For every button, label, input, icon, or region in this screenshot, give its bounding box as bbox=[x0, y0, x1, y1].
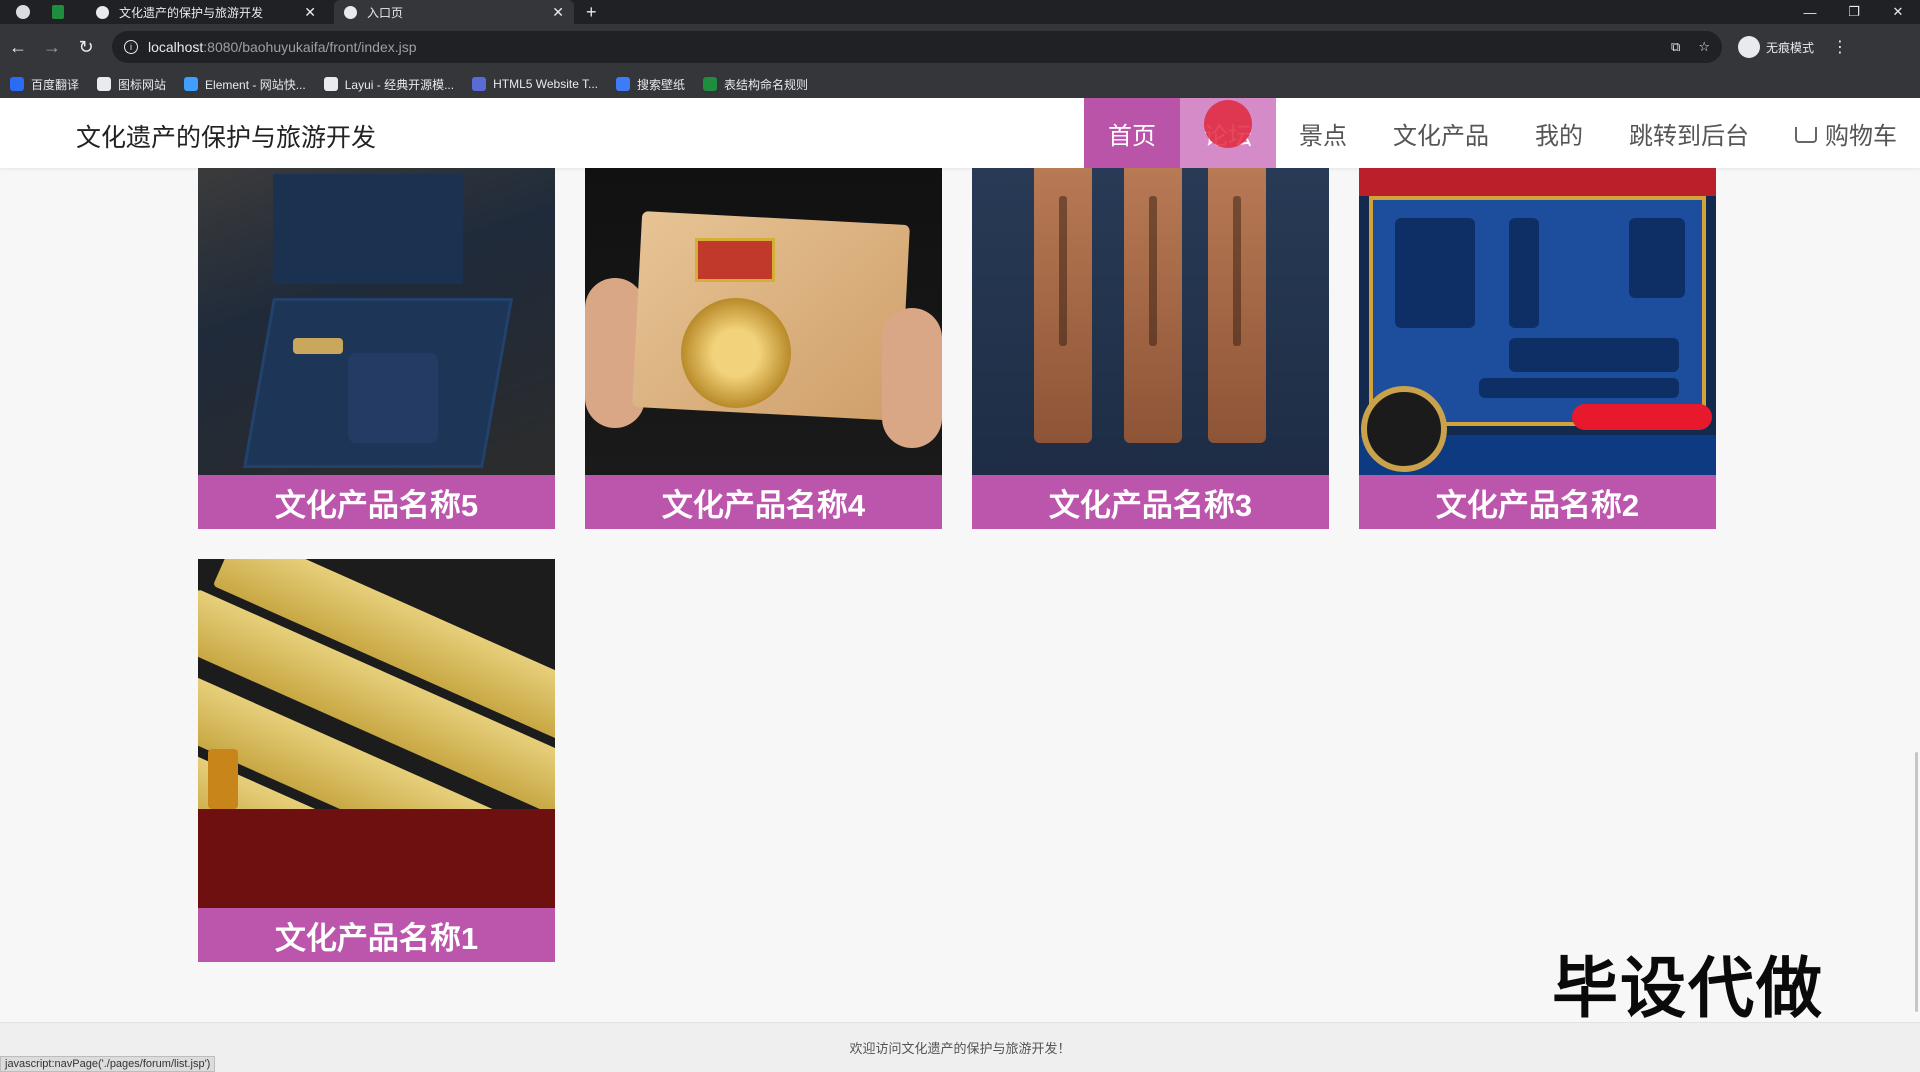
globe-icon bbox=[96, 5, 109, 19]
bookmark-label: 百度翻译 bbox=[31, 77, 80, 92]
product-image[interactable] bbox=[198, 168, 555, 475]
bookmark-item[interactable]: 图标网站 bbox=[97, 76, 166, 93]
bookmark-label: Element - 网站快... bbox=[205, 77, 306, 92]
product-image[interactable] bbox=[198, 559, 555, 962]
bookmark-favicon-icon bbox=[323, 77, 338, 91]
bookmark-item[interactable]: Layui - 经典开源模... bbox=[323, 76, 455, 93]
bookmark-item[interactable]: Element - 网站快... bbox=[184, 76, 306, 93]
address-bar-row: ← → ↻ i localhost :8080/baohuyukaifa/fro… bbox=[0, 24, 1920, 70]
back-icon[interactable]: ← bbox=[2, 31, 34, 63]
bookmark-item[interactable]: HTML5 Website T... bbox=[472, 77, 598, 91]
nav-item-label: 文化产品 bbox=[1393, 122, 1489, 150]
browser-tab-strip: 文化遗产的保护与旅游开发 ✕ 入口页 ✕ + — ❐ ✕ bbox=[0, 0, 1920, 24]
reload-icon[interactable]: ↻ bbox=[70, 31, 102, 63]
bookmark-favicon-icon bbox=[703, 77, 718, 91]
product-card[interactable]: 文化产品名称4 bbox=[585, 168, 942, 529]
product-image[interactable] bbox=[1359, 168, 1716, 475]
pinned-sheet-tab-icon[interactable] bbox=[52, 5, 64, 19]
browser-tab-entry[interactable]: 入口页 ✕ bbox=[334, 0, 574, 24]
tab-title: 入口页 bbox=[367, 5, 404, 20]
url-path: :8080/baohuyukaifa/front/index.jsp bbox=[203, 39, 417, 55]
bookmark-favicon-icon bbox=[472, 77, 487, 91]
nav-item-label: 我的 bbox=[1535, 122, 1583, 150]
bookmark-star-icon[interactable]: ☆ bbox=[1698, 39, 1710, 55]
restore-icon[interactable]: ❐ bbox=[1832, 0, 1876, 24]
main-nav: 首页论坛景点 文化产品 我的 跳转到后台 购物车 bbox=[1084, 98, 1920, 168]
incognito-icon bbox=[1738, 36, 1760, 58]
browser-tab-site[interactable]: 文化遗产的保护与旅游开发 ✕ bbox=[86, 0, 326, 24]
bookmark-item[interactable]: 搜索壁纸 bbox=[616, 76, 685, 93]
product-name[interactable]: 文化产品名称5 bbox=[198, 475, 555, 529]
nav-item-label: 景点 bbox=[1299, 122, 1347, 150]
bookmarks-bar: 百度翻译 图标网站 Element - 网站快... Layui - 经典开源模...… bbox=[0, 70, 1920, 98]
more-menu-icon[interactable]: ⋮ bbox=[1832, 37, 1848, 57]
bookmark-favicon-icon bbox=[184, 77, 199, 91]
product-name[interactable]: 文化产品名称2 bbox=[1359, 475, 1716, 529]
bookmark-label: HTML5 Website T... bbox=[493, 77, 599, 91]
product-name[interactable]: 文化产品名称1 bbox=[198, 908, 555, 962]
bookmark-label: 图标网站 bbox=[118, 77, 167, 92]
globe-icon bbox=[344, 5, 357, 19]
profile-label: 无痕模式 bbox=[1766, 40, 1815, 55]
nav-item-3[interactable]: 景点 bbox=[1276, 98, 1370, 168]
product-card[interactable]: 文化产品名称5 bbox=[198, 168, 555, 529]
bookmark-favicon-icon bbox=[10, 77, 24, 91]
product-image[interactable] bbox=[585, 168, 942, 475]
browser-menu-icon[interactable] bbox=[16, 5, 30, 19]
nav-item-1[interactable]: 首页 bbox=[1084, 98, 1180, 168]
translate-icon[interactable]: ⧉ bbox=[1671, 39, 1680, 55]
url-field[interactable]: i localhost :8080/baohuyukaifa/front/ind… bbox=[112, 31, 1722, 63]
site-brand-title[interactable]: 文化遗产的保护与旅游开发 bbox=[76, 118, 376, 154]
bookmark-item[interactable]: 百度翻译 bbox=[10, 76, 79, 93]
click-indicator bbox=[1204, 100, 1252, 148]
site-info-icon[interactable]: i bbox=[124, 40, 138, 54]
nav-item-6[interactable]: 跳转到后台 bbox=[1606, 98, 1772, 168]
close-window-icon[interactable]: ✕ bbox=[1876, 0, 1920, 24]
site-header: 文化遗产的保护与旅游开发 首页论坛景点 文化产品 我的 跳转到后台 购物车 bbox=[0, 98, 1920, 168]
url-host: localhost bbox=[148, 39, 204, 55]
minimize-icon[interactable]: — bbox=[1788, 0, 1832, 24]
window-controls: — ❐ ✕ bbox=[1788, 0, 1920, 24]
incognito-profile-button[interactable]: 无痕模式 bbox=[1738, 36, 1814, 58]
product-card[interactable]: 文化产品名称1 bbox=[198, 559, 555, 962]
site-footer: 欢迎访问文化遗产的保护与旅游开发！ bbox=[0, 1022, 1920, 1072]
cart-icon bbox=[1795, 127, 1817, 143]
nav-item-4[interactable]: 文化产品 bbox=[1370, 98, 1512, 168]
scrollbar-thumb[interactable] bbox=[1915, 752, 1918, 1012]
tab-close-icon[interactable]: ✕ bbox=[304, 4, 316, 21]
nav-item-2[interactable]: 论坛 bbox=[1180, 98, 1276, 168]
product-card[interactable]: 文化产品名称3 bbox=[972, 168, 1329, 529]
bookmark-label: 搜索壁纸 bbox=[637, 77, 686, 92]
nav-item-label: 跳转到后台 bbox=[1629, 122, 1749, 150]
product-card[interactable]: 文化产品名称2 bbox=[1359, 168, 1716, 529]
footer-text: 欢迎访问文化遗产的保护与旅游开发！ bbox=[849, 1041, 1071, 1056]
nav-item-label: 购物车 bbox=[1825, 122, 1897, 150]
nav-item-5[interactable]: 我的 bbox=[1512, 98, 1606, 168]
bookmark-favicon-icon bbox=[97, 77, 112, 91]
product-image[interactable] bbox=[972, 168, 1329, 475]
forward-icon[interactable]: → bbox=[36, 31, 68, 63]
bookmark-label: Layui - 经典开源模... bbox=[344, 77, 455, 92]
product-name[interactable]: 文化产品名称3 bbox=[972, 475, 1329, 529]
bookmark-item[interactable]: 表结构命名规则 bbox=[703, 76, 808, 93]
bookmark-label: 表结构命名规则 bbox=[724, 77, 809, 92]
bookmark-favicon-icon bbox=[616, 77, 631, 91]
product-name[interactable]: 文化产品名称4 bbox=[585, 475, 942, 529]
watermark-text: 毕设代做 bbox=[1552, 950, 1824, 1027]
tab-title: 文化遗产的保护与旅游开发 bbox=[119, 5, 264, 20]
tab-close-icon[interactable]: ✕ bbox=[552, 4, 564, 21]
new-tab-icon[interactable]: + bbox=[586, 2, 597, 23]
browser-status-url: javascript:navPage('./pages/forum/list.j… bbox=[0, 1056, 216, 1072]
nav-item-label: 首页 bbox=[1108, 122, 1156, 150]
nav-item-7[interactable]: 购物车 bbox=[1772, 98, 1920, 168]
